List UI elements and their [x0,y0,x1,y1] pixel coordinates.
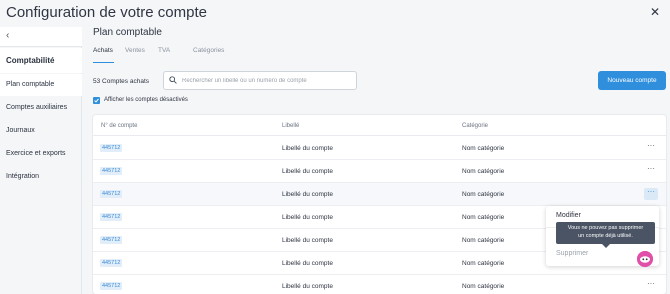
tab-achats[interactable]: Achats [93,47,113,54]
show-disabled-label: Afficher les comptes désactivés [104,97,188,103]
chat-face-icon [637,251,653,267]
sidebar-item-comptes-auxiliaires[interactable]: Comptes auxiliaires [0,97,82,119]
accounts-count: 53 Comptes achats [93,78,150,85]
table-header: N° de compte Libellé Catégorie [93,115,666,136]
column-header-category: Catégorie [462,123,489,129]
account-category: Nom catégorie [462,145,505,152]
table-row[interactable]: 445712 Libellé du compte Nom catégorie ·… [93,183,666,206]
account-number-badge: 445712 [100,282,123,290]
accounts-table: N° de compte Libellé Catégorie 445712 Li… [93,115,666,294]
row-more-button[interactable]: ··· [644,188,658,200]
table-row[interactable]: 445712 Libellé du compte Nom catégorie ·… [93,137,666,160]
column-header-label: Libellé [282,123,300,129]
menu-item-delete[interactable]: Supprimer [556,250,588,257]
search-input[interactable] [182,75,352,87]
tooltip-line-2: un compte déjà utilisé. [578,232,633,239]
tab-ventes[interactable]: Ventes [125,47,145,54]
account-label: Libellé du compte [282,237,333,244]
account-number-badge: 445712 [100,259,123,267]
account-number-badge: 445712 [100,167,123,175]
account-category: Nom catégorie [462,191,505,198]
account-label: Libellé du compte [282,214,333,221]
account-category: Nom catégorie [462,237,505,244]
row-more-button[interactable]: ··· [644,165,658,177]
sidebar-item-plan-comptable[interactable]: Plan comptable [0,74,82,96]
account-category: Nom catégorie [462,260,505,267]
search-icon [169,76,177,84]
account-category: Nom catégorie [462,168,505,175]
main-content: Plan comptable Achats Ventes TVA Catégor… [83,27,670,294]
tab-categories[interactable]: Catégories [193,47,224,54]
back-button[interactable]: ‹ [0,27,82,47]
account-label: Libellé du compte [282,191,333,198]
page-title: Configuration de votre compte [6,4,207,21]
account-label: Libellé du compte [282,260,333,267]
search-box[interactable] [163,71,357,90]
table-row[interactable]: 445712 Libellé du compte Nom catégorie ·… [93,275,666,294]
chevron-left-icon: ‹ [6,30,10,41]
show-disabled-checkbox[interactable] [93,97,100,104]
tooltip-line-1: Vous ne pouvez pas supprimer [567,225,644,231]
row-more-button[interactable]: ··· [644,142,658,154]
account-number-badge: 445712 [100,213,123,221]
sidebar-item-integration[interactable]: Intégration [0,166,82,188]
menu-item-modify[interactable]: Modifier [556,212,581,219]
chat-support-icon[interactable] [637,251,653,267]
row-more-button[interactable]: ··· [644,280,658,292]
active-tab-indicator [93,62,114,63]
new-account-button[interactable]: Nouveau compte [598,71,666,90]
tab-tva[interactable]: TVA [158,47,170,54]
sidebar-section-title: Comptabilité [0,48,82,73]
account-number-badge: 445712 [100,190,123,198]
table-row[interactable]: 445712 Libellé du compte Nom catégorie ·… [93,160,666,183]
close-icon[interactable]: ✕ [650,6,660,18]
account-category: Nom catégorie [462,214,505,221]
sidebar: ‹ Comptabilité Plan comptable Comptes au… [0,27,82,294]
account-label: Libellé du compte [282,168,333,175]
account-category: Nom catégorie [462,283,505,290]
account-number-badge: 445712 [100,144,123,152]
delete-disabled-tooltip: Vous ne pouvez pas supprimer un compte d… [556,222,655,248]
account-number-badge: 445712 [100,236,123,244]
section-title: Plan comptable [93,27,162,38]
sidebar-item-journaux[interactable]: Journaux [0,120,82,142]
account-label: Libellé du compte [282,145,333,152]
account-label: Libellé du compte [282,283,333,290]
checkmark-icon [94,98,99,103]
column-header-number: N° de compte [101,123,138,129]
sidebar-item-exercice-exports[interactable]: Exercice et exports [0,143,82,165]
